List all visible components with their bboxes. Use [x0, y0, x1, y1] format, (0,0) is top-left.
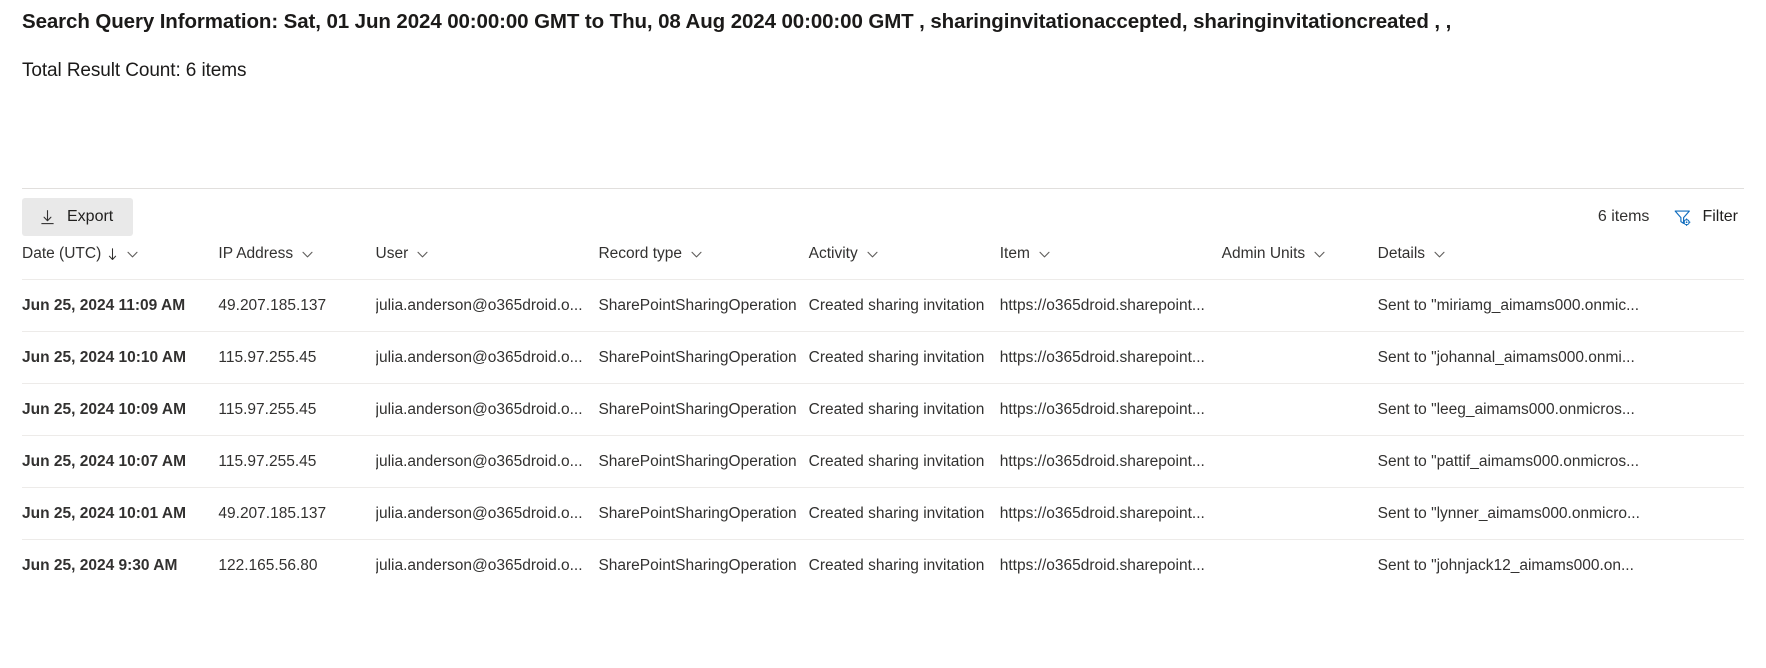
cell-user: julia.anderson@o365droid.o... — [375, 331, 599, 384]
table-header: Date (UTC) IP Address User Record type A… — [22, 245, 1744, 280]
cell-date: Jun 25, 2024 9:30 AM — [22, 539, 219, 591]
toolbar-divider — [22, 188, 1744, 189]
cell-record-type: SharePointSharingOperation — [598, 539, 809, 591]
cell-record-type: SharePointSharingOperation — [598, 279, 809, 332]
column-header-user[interactable]: User — [376, 245, 599, 280]
cell-date: Jun 25, 2024 10:10 AM — [22, 331, 219, 384]
export-button[interactable]: Export — [22, 198, 134, 236]
cell-ip: 115.97.255.45 — [218, 383, 376, 436]
command-bar: Export 6 items Filter — [22, 196, 1744, 238]
cell-item: https://o365droid.sharepoint... — [999, 331, 1222, 384]
column-header-user-label: User — [375, 245, 409, 262]
cell-activity: Created sharing invitation — [808, 487, 1000, 540]
cell-item: https://o365droid.sharepoint... — [999, 435, 1222, 488]
cell-details: Sent to "lynner_aimams000.onmicro... — [1377, 487, 1744, 540]
table-row[interactable]: Jun 25, 2024 11:09 AM 49.207.185.137 jul… — [22, 279, 1744, 332]
cell-record-type: SharePointSharingOperation — [598, 331, 809, 384]
cell-date: Jun 25, 2024 10:07 AM — [22, 435, 219, 488]
cell-activity: Created sharing invitation — [808, 279, 1000, 332]
cell-item: https://o365droid.sharepoint... — [999, 539, 1222, 591]
cell-record-type: SharePointSharingOperation — [598, 383, 809, 436]
audit-results-table: Date (UTC) IP Address User Record type A… — [22, 245, 1744, 591]
audit-search-results-page: Search Query Information: Sat, 01 Jun 20… — [0, 0, 1766, 668]
cell-activity: Created sharing invitation — [808, 331, 1000, 384]
cell-date: Jun 25, 2024 11:09 AM — [22, 279, 219, 332]
cell-user: julia.anderson@o365droid.o... — [375, 383, 599, 436]
cell-admin-units — [1221, 487, 1378, 540]
column-header-date-label: Date (UTC) — [22, 245, 102, 262]
table-header-row: Date (UTC) IP Address User Record type A… — [22, 245, 1744, 280]
chevron-down-icon — [126, 248, 139, 261]
cell-ip: 122.165.56.80 — [218, 539, 376, 591]
cell-user: julia.anderson@o365droid.o... — [375, 435, 599, 488]
chevron-down-icon — [1433, 248, 1446, 261]
cell-record-type: SharePointSharingOperation — [598, 487, 809, 540]
items-count-label: 6 items — [1597, 208, 1650, 225]
cell-admin-units — [1221, 435, 1378, 488]
column-header-details[interactable]: Details — [1378, 245, 1744, 280]
cell-admin-units — [1221, 279, 1378, 332]
cell-admin-units — [1221, 331, 1378, 384]
cell-details: Sent to "johannal_aimams000.onmi... — [1377, 331, 1744, 384]
table-row[interactable]: Jun 25, 2024 10:10 AM 115.97.255.45 juli… — [22, 331, 1744, 384]
cell-activity: Created sharing invitation — [808, 539, 1000, 591]
cell-details: Sent to "johnjack12_aimams000.on... — [1377, 539, 1744, 591]
cell-activity: Created sharing invitation — [808, 435, 1000, 488]
cell-item: https://o365droid.sharepoint... — [999, 487, 1222, 540]
column-header-item-label: Item — [999, 245, 1030, 262]
table-row[interactable]: Jun 25, 2024 10:09 AM 115.97.255.45 juli… — [22, 383, 1744, 436]
sort-descending-icon — [107, 247, 118, 261]
column-header-date[interactable]: Date (UTC) — [22, 245, 218, 280]
column-header-activity-label: Activity — [808, 245, 858, 262]
cell-ip: 115.97.255.45 — [218, 435, 376, 488]
cell-user: julia.anderson@o365droid.o... — [375, 487, 599, 540]
results-table-container: Date (UTC) IP Address User Record type A… — [22, 245, 1744, 591]
cell-date: Jun 25, 2024 10:01 AM — [22, 487, 219, 540]
cell-activity: Created sharing invitation — [808, 383, 1000, 436]
chevron-down-icon — [301, 248, 314, 261]
page-title: Search Query Information: Sat, 01 Jun 20… — [22, 10, 1452, 33]
column-header-activity[interactable]: Activity — [809, 245, 1000, 280]
chevron-down-icon — [690, 248, 703, 261]
cell-record-type: SharePointSharingOperation — [598, 435, 809, 488]
chevron-down-icon — [1038, 248, 1051, 261]
command-bar-right: 6 items Filter — [1598, 204, 1744, 231]
download-icon — [39, 209, 56, 226]
cell-ip: 49.207.185.137 — [218, 487, 376, 540]
chevron-down-icon — [1313, 248, 1326, 261]
table-row[interactable]: Jun 25, 2024 10:01 AM 49.207.185.137 jul… — [22, 487, 1744, 540]
cell-details: Sent to "miriamg_aimams000.onmic... — [1377, 279, 1744, 332]
funnel-gear-icon — [1673, 208, 1692, 227]
export-button-label: Export — [67, 208, 114, 225]
cell-ip: 49.207.185.137 — [218, 279, 376, 332]
column-header-record-type-label: Record type — [598, 245, 683, 262]
column-header-ip-address-label: IP Address — [218, 245, 294, 262]
chevron-down-icon — [866, 248, 879, 261]
table-row[interactable]: Jun 25, 2024 9:30 AM 122.165.56.80 julia… — [22, 539, 1744, 591]
column-header-details-label: Details — [1377, 245, 1426, 262]
column-header-ip-address[interactable]: IP Address — [218, 245, 375, 280]
cell-admin-units — [1221, 539, 1378, 591]
column-header-item[interactable]: Item — [1000, 245, 1222, 280]
table-row[interactable]: Jun 25, 2024 10:07 AM 115.97.255.45 juli… — [22, 435, 1744, 488]
chevron-down-icon — [416, 248, 429, 261]
table-body: Jun 25, 2024 11:09 AM 49.207.185.137 jul… — [22, 279, 1744, 591]
cell-item: https://o365droid.sharepoint... — [999, 383, 1222, 436]
column-header-admin-units-label: Admin Units — [1221, 245, 1306, 262]
filter-button-label: Filter — [1702, 208, 1738, 225]
cell-ip: 115.97.255.45 — [218, 331, 376, 384]
cell-details: Sent to "pattif_aimams000.onmicros... — [1377, 435, 1744, 488]
cell-user: julia.anderson@o365droid.o... — [375, 539, 599, 591]
cell-date: Jun 25, 2024 10:09 AM — [22, 383, 219, 436]
column-header-record-type[interactable]: Record type — [598, 245, 808, 280]
total-result-count: Total Result Count: 6 items — [22, 59, 247, 81]
column-header-admin-units[interactable]: Admin Units — [1222, 245, 1378, 280]
cell-admin-units — [1221, 383, 1378, 436]
cell-item: https://o365droid.sharepoint... — [999, 279, 1222, 332]
cell-user: julia.anderson@o365droid.o... — [375, 279, 599, 332]
filter-button[interactable]: Filter — [1671, 204, 1740, 231]
cell-details: Sent to "leeg_aimams000.onmicros... — [1377, 383, 1744, 436]
